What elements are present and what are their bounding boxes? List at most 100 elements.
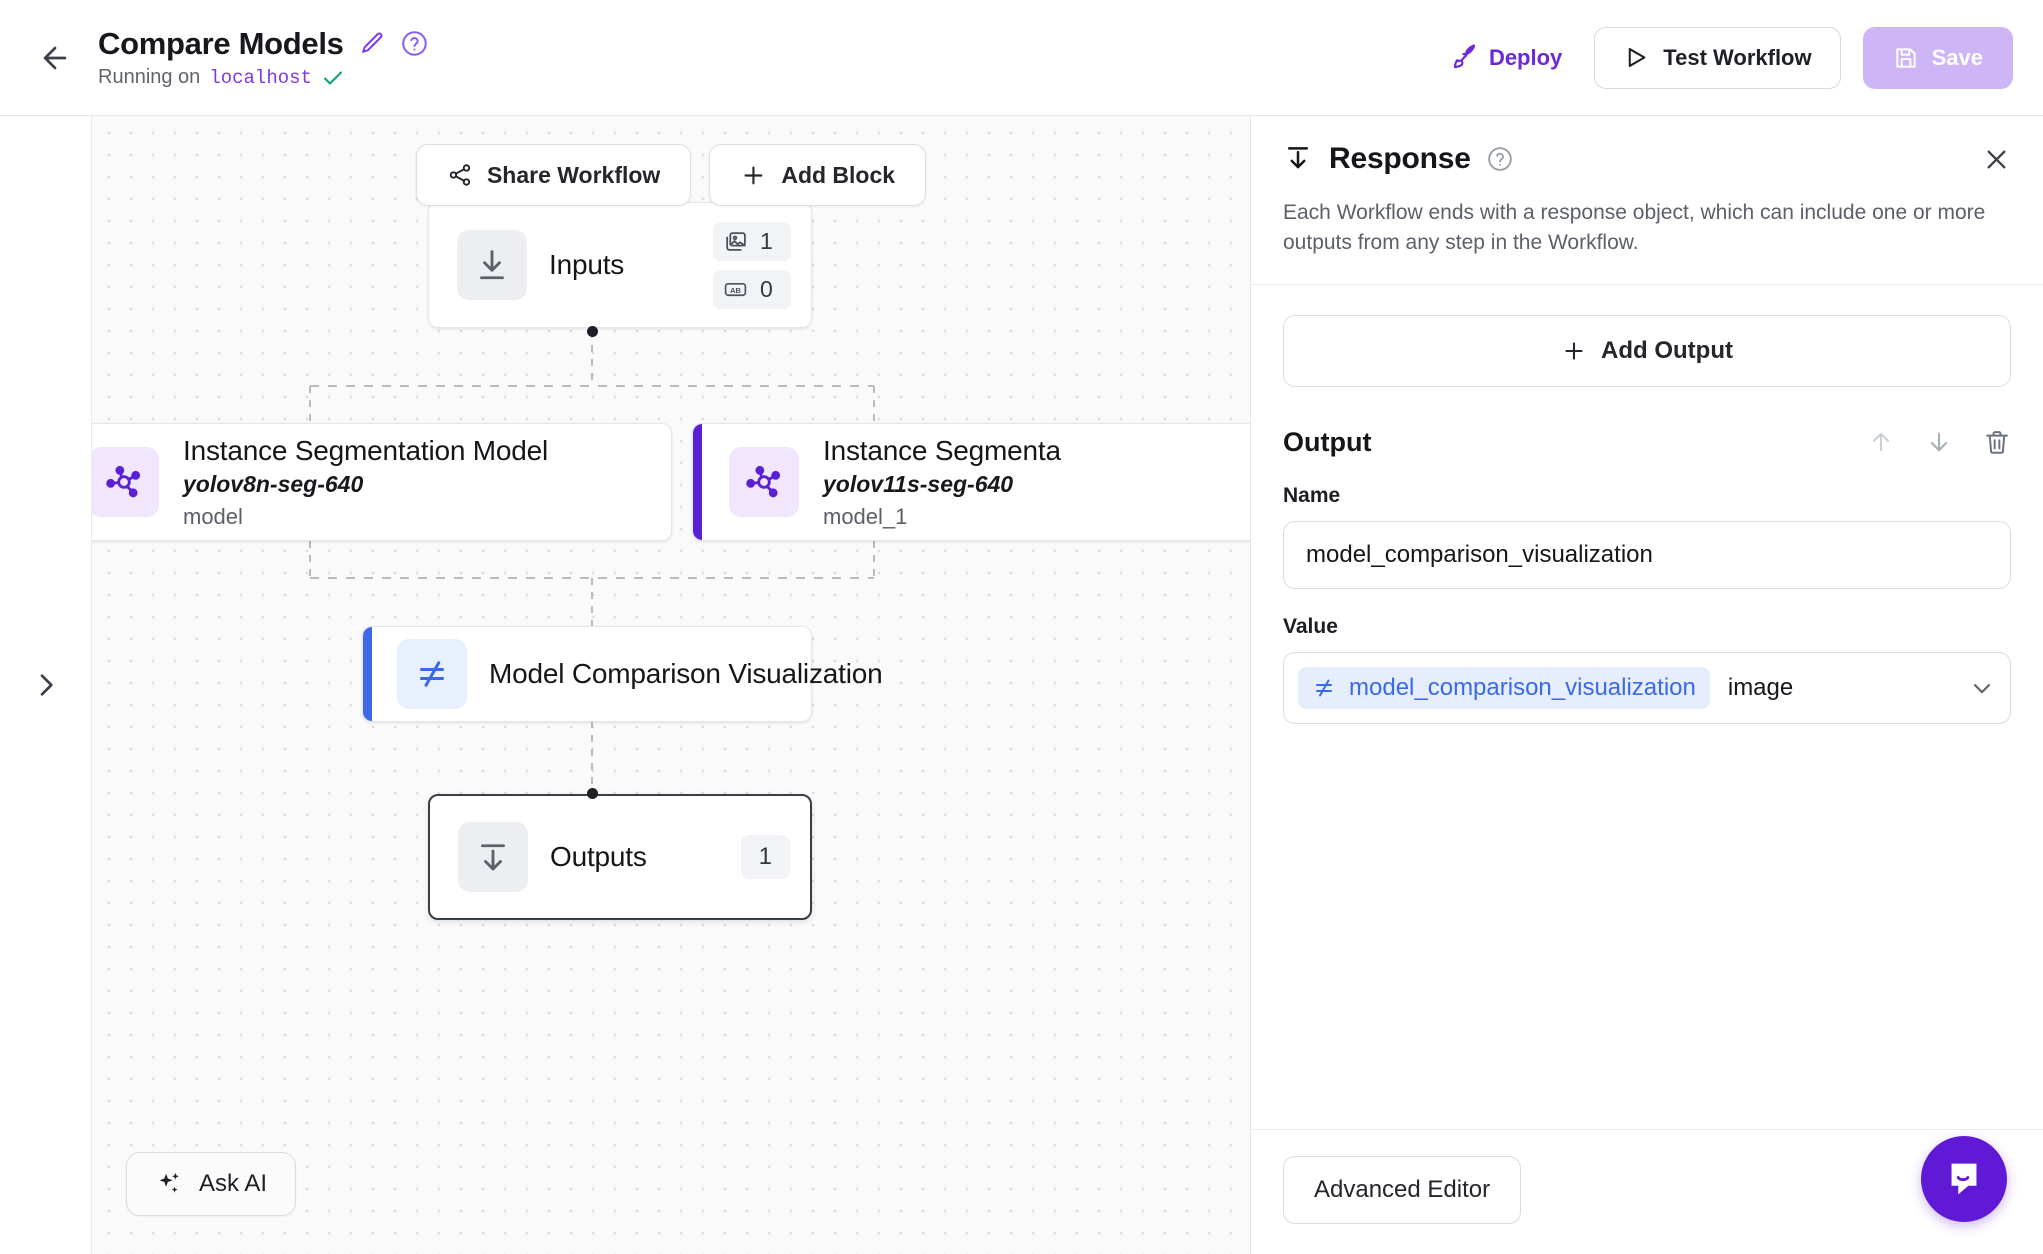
- value-label: Value: [1283, 614, 1338, 638]
- move-output-up-button[interactable]: [1867, 428, 1895, 456]
- value-type: image: [1727, 673, 1794, 701]
- panel-title-row: Response: [1283, 142, 2011, 176]
- ab-text-icon: AB: [724, 282, 747, 296]
- output-value-selector[interactable]: model_comparison_visualization image: [1283, 651, 2011, 724]
- node-text: Instance Segmenta yolov11s-seg-640 model…: [823, 435, 1061, 530]
- node-instance-segmentation-model-1[interactable]: Instance Segmenta yolov11s-seg-640 model…: [692, 423, 1250, 541]
- arrow-left-icon: [43, 46, 67, 69]
- output-name-input[interactable]: [1283, 520, 2011, 589]
- node-icon-container: [458, 822, 528, 892]
- arrow-down-to-line-icon: [1288, 147, 1308, 169]
- node-subtitle: yolov11s-seg-640: [823, 470, 1014, 497]
- node-accent-bar: [693, 424, 702, 540]
- node-title: Outputs: [550, 841, 647, 872]
- back-button[interactable]: [28, 31, 82, 85]
- svg-text:AB: AB: [730, 285, 741, 294]
- rocket-icon: [1453, 44, 1476, 69]
- left-rail: [0, 116, 92, 1254]
- ask-ai-label: Ask AI: [199, 1170, 268, 1197]
- arrow-up-icon: [1872, 432, 1890, 452]
- node-title: Model Comparison Visualization: [489, 658, 883, 689]
- delete-output-button[interactable]: [1983, 428, 2011, 456]
- not-equal-icon: [420, 661, 444, 687]
- deploy-label: Deploy: [1488, 44, 1563, 70]
- title-row: Compare Models: [98, 26, 428, 62]
- status-prefix: Running on: [98, 66, 201, 88]
- add-block-label: Add Block: [781, 161, 896, 188]
- node-outputs[interactable]: Outputs 1: [428, 794, 812, 920]
- name-label: Name: [1283, 483, 1341, 507]
- advanced-editor-label: Advanced Editor: [1314, 1176, 1491, 1203]
- workflow-builder-app: Compare Models Running on localhost Depl…: [0, 0, 2043, 1254]
- sidebar-expand-button[interactable]: [22, 661, 70, 709]
- save-button[interactable]: Save: [1862, 26, 2013, 89]
- node-model-comparison-visualization[interactable]: Model Comparison Visualization: [362, 626, 883, 722]
- share-workflow-label: Share Workflow: [486, 161, 661, 188]
- chat-bubble-icon: [1951, 1163, 1977, 1195]
- node-badges: 1: [740, 835, 790, 879]
- save-label: Save: [1931, 44, 1983, 70]
- node-accent-bar: [363, 627, 372, 721]
- share-workflow-button[interactable]: Share Workflow: [415, 144, 692, 206]
- share-nodes-icon: [449, 164, 471, 186]
- value-chip[interactable]: model_comparison_visualization: [1298, 666, 1710, 709]
- workflow-canvas[interactable]: Share Workflow Add Block Inputs 1 AB 0 I…: [92, 116, 1250, 1254]
- header-actions: Deploy Test Workflow Save: [1441, 26, 2013, 89]
- question-circle-icon[interactable]: [1487, 146, 1513, 172]
- deploy-button[interactable]: Deploy: [1441, 36, 1572, 79]
- output-section-header: Output: [1283, 427, 2011, 458]
- sparkles-icon: [159, 1172, 179, 1193]
- not-equal-icon: [1316, 679, 1332, 697]
- check-icon: [323, 70, 342, 85]
- chevron-down-icon[interactable]: [1968, 674, 1996, 702]
- play-icon: [1629, 48, 1646, 67]
- output-heading: Output: [1283, 426, 1372, 457]
- add-output-button[interactable]: Add Output: [1283, 314, 2011, 387]
- plus-icon: [744, 166, 763, 184]
- node-instance-segmentation-model[interactable]: Instance Segmentation Model yolov8n-seg-…: [92, 423, 672, 541]
- move-output-down-button[interactable]: [1925, 428, 1953, 456]
- node-text: Inputs: [549, 249, 624, 281]
- badge-image-value: 1: [760, 227, 773, 254]
- node-text: Model Comparison Visualization: [489, 658, 883, 690]
- value-chip-text: model_comparison_visualization: [1349, 673, 1696, 701]
- test-workflow-button[interactable]: Test Workflow: [1594, 26, 1841, 89]
- badge-output-count: 1: [740, 835, 790, 879]
- model-graph-icon: [106, 465, 141, 498]
- panel-body: Add Output Output Name model_comparison_…: [1251, 285, 2043, 1129]
- close-icon[interactable]: [1982, 145, 2011, 174]
- node-icon-container: [457, 230, 527, 300]
- model-graph-icon: [746, 465, 781, 498]
- question-circle-icon[interactable]: [401, 30, 428, 57]
- chat-widget-button[interactable]: [1921, 1136, 2007, 1222]
- plus-icon: [1565, 342, 1583, 360]
- node-id: model_1: [823, 503, 908, 529]
- panel-title: Response: [1329, 142, 1471, 175]
- node-title: Inputs: [549, 249, 625, 280]
- advanced-editor-button[interactable]: Advanced Editor: [1283, 1156, 1522, 1224]
- title-group: Compare Models Running on localhost: [98, 26, 428, 90]
- status-host: localhost: [209, 66, 312, 89]
- badge-image-count: 1: [713, 221, 791, 261]
- node-text: Outputs: [550, 841, 647, 873]
- arrow-down-from-line-icon: [481, 844, 505, 871]
- node-inputs[interactable]: Inputs 1 AB 0: [428, 202, 812, 328]
- pencil-icon[interactable]: [360, 31, 385, 56]
- add-output-label: Add Output: [1601, 336, 1733, 364]
- badge-text-value: 0: [760, 275, 773, 302]
- node-subtitle: yolov8n-seg-640: [183, 470, 364, 497]
- arrow-down-icon: [1930, 432, 1948, 452]
- ask-ai-button[interactable]: Ask AI: [126, 1152, 297, 1216]
- node-icon-container: [397, 639, 467, 709]
- badge-text-count: AB 0: [713, 269, 791, 309]
- status-row: Running on localhost: [98, 66, 428, 90]
- canvas-toolbar: Share Workflow Add Block: [415, 144, 927, 206]
- images-icon: [726, 231, 746, 251]
- app-header: Compare Models Running on localhost Depl…: [0, 0, 2043, 116]
- test-workflow-label: Test Workflow: [1663, 44, 1812, 70]
- add-block-button[interactable]: Add Block: [709, 144, 927, 206]
- node-title: Instance Segmentation Model: [183, 434, 549, 466]
- arrow-down-to-line-icon: [480, 250, 504, 280]
- response-panel: Response Each Workflow ends with a respo…: [1250, 116, 2043, 1254]
- node-icon-container: [92, 447, 159, 517]
